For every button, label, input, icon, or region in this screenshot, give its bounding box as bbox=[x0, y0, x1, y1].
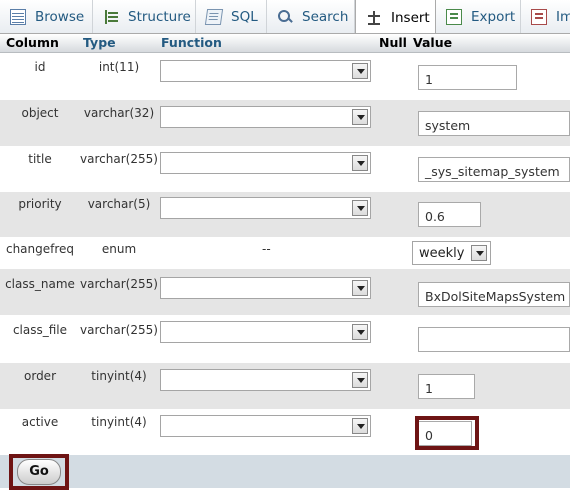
value-header: Value bbox=[413, 35, 453, 50]
column-name: changefreq bbox=[5, 242, 75, 256]
function-select[interactable] bbox=[160, 321, 371, 343]
column-type: varchar(255) bbox=[80, 277, 158, 291]
table-row: active tinyint(4) 0 bbox=[0, 409, 570, 455]
tab-insert[interactable]: Insert bbox=[355, 0, 436, 33]
value-input[interactable]: BxDolSiteMapsSystem bbox=[418, 282, 570, 307]
structure-icon bbox=[103, 9, 119, 25]
tab-export[interactable]: Export bbox=[436, 0, 521, 33]
tab-label: SQL bbox=[231, 9, 258, 25]
table-row: changefreq enum -- weekly bbox=[0, 237, 570, 269]
value-highlight-frame bbox=[415, 416, 479, 450]
column-header: Column bbox=[6, 35, 59, 50]
value-input[interactable]: 0.6 bbox=[418, 202, 481, 227]
tab-structure[interactable]: Structure bbox=[93, 0, 196, 33]
column-name: order bbox=[24, 369, 56, 383]
selected-value: weekly bbox=[419, 246, 465, 261]
table-row: title varchar(255) _sys_sitemap_system bbox=[0, 146, 570, 192]
value-input[interactable]: _sys_sitemap_system bbox=[418, 157, 570, 182]
chevron-down-icon bbox=[352, 372, 368, 388]
tab-search[interactable]: Search bbox=[267, 0, 355, 33]
column-type: varchar(32) bbox=[83, 106, 155, 120]
form-footer bbox=[0, 455, 570, 488]
function-header-link[interactable]: Function bbox=[161, 35, 222, 50]
function-select[interactable] bbox=[160, 415, 371, 437]
column-name: title bbox=[28, 152, 52, 166]
chevron-down-icon bbox=[352, 155, 368, 171]
search-icon bbox=[277, 9, 293, 25]
table-row: order tinyint(4) 1 bbox=[0, 363, 570, 409]
sql-icon bbox=[204, 9, 224, 25]
go-button[interactable]: Go bbox=[17, 459, 61, 485]
tab-label: Insert bbox=[391, 9, 430, 26]
column-type: tinyint(4) bbox=[91, 415, 147, 429]
function-select[interactable] bbox=[160, 106, 371, 128]
value-select[interactable]: weekly bbox=[412, 241, 491, 265]
column-type: varchar(5) bbox=[87, 197, 151, 211]
type-header-link[interactable]: Type bbox=[83, 35, 116, 50]
value-input[interactable]: system bbox=[418, 111, 570, 136]
function-placeholder: -- bbox=[262, 242, 271, 256]
table-row: priority varchar(5) 0.6 bbox=[0, 192, 570, 237]
chevron-down-icon bbox=[352, 200, 368, 216]
tab-bar: Browse Structure SQL Search Insert Expor… bbox=[0, 0, 570, 34]
value-input[interactable] bbox=[418, 327, 570, 352]
chevron-down-icon bbox=[471, 245, 487, 261]
browse-icon bbox=[10, 9, 26, 25]
function-select[interactable] bbox=[160, 369, 371, 391]
column-name: class_file bbox=[12, 323, 68, 337]
column-name: class_name bbox=[5, 277, 75, 291]
tab-import[interactable]: Im bbox=[521, 0, 570, 33]
value-input[interactable]: 1 bbox=[418, 65, 517, 90]
export-icon bbox=[446, 9, 462, 25]
column-name: active bbox=[21, 415, 59, 429]
column-type: int(11) bbox=[98, 60, 140, 74]
value-input[interactable]: 1 bbox=[418, 374, 475, 399]
table-row: id int(11) 1 bbox=[0, 54, 570, 100]
null-header: Null bbox=[379, 35, 407, 50]
column-name: priority bbox=[18, 197, 62, 211]
column-type: varchar(255) bbox=[80, 152, 158, 166]
tab-sql[interactable]: SQL bbox=[196, 0, 267, 33]
tab-label: Browse bbox=[35, 9, 85, 25]
column-type: enum bbox=[101, 242, 137, 256]
table-header: Column Type Function Null Value bbox=[0, 34, 570, 53]
tab-label: Structure bbox=[128, 9, 191, 25]
column-name: object bbox=[21, 106, 59, 120]
column-name: id bbox=[34, 60, 46, 74]
tab-browse[interactable]: Browse bbox=[0, 0, 93, 33]
function-select[interactable] bbox=[160, 152, 371, 174]
table-row: class_file varchar(255) bbox=[0, 315, 570, 363]
insert-icon bbox=[366, 10, 382, 26]
table-row: class_name varchar(255) BxDolSiteMapsSys… bbox=[0, 269, 570, 315]
function-select[interactable] bbox=[160, 60, 371, 82]
column-type: tinyint(4) bbox=[91, 369, 147, 383]
chevron-down-icon bbox=[352, 418, 368, 434]
tab-label: Search bbox=[302, 9, 349, 25]
function-select[interactable] bbox=[160, 277, 371, 299]
tab-label: Im bbox=[556, 9, 570, 25]
chevron-down-icon bbox=[352, 109, 368, 125]
tab-label: Export bbox=[471, 9, 516, 25]
chevron-down-icon bbox=[352, 324, 368, 340]
chevron-down-icon bbox=[352, 280, 368, 296]
chevron-down-icon bbox=[352, 63, 368, 79]
table-row: object varchar(32) system bbox=[0, 100, 570, 146]
function-select[interactable] bbox=[160, 197, 371, 219]
import-icon bbox=[531, 9, 547, 25]
column-type: varchar(255) bbox=[80, 323, 158, 337]
